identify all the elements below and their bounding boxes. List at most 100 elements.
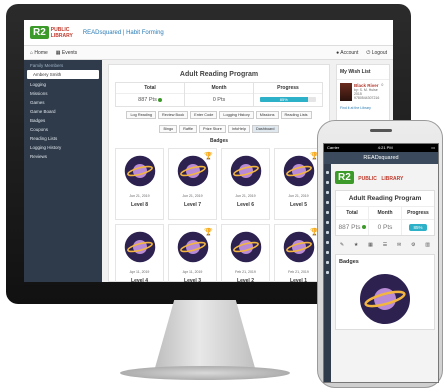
badge-date: Jun 21, 2019 (182, 194, 203, 198)
badge-card[interactable]: 🏆 Feb 21, 2019 Level 1 (274, 224, 323, 282)
phone-screen: Carrier 4:21 PM ▭ READsquared R2 PUBLIC … (323, 143, 439, 383)
star-icon[interactable] (326, 211, 329, 214)
sidebar-item-badges[interactable]: Badges (24, 116, 102, 125)
star-icon[interactable]: ★ (354, 242, 358, 248)
badge-card[interactable]: Jun 21, 2019 Level 8 (115, 148, 164, 220)
carrier-label: Carrier (327, 145, 340, 150)
gamepad-icon[interactable] (326, 221, 329, 224)
find-at-library-link[interactable]: Find it at the Library (337, 104, 389, 112)
badge-level: Level 8 (131, 202, 148, 208)
action-tabs-row1: Log Reading Review Book Enter Code Logging … (109, 107, 329, 121)
badge-level: Level 7 (184, 202, 201, 208)
tab-dashboard[interactable]: Dashboard (251, 125, 279, 133)
wish-count: 0 (381, 83, 384, 87)
book-isbn: 9780544307216 (354, 96, 380, 100)
tab-enter-code[interactable]: Enter Code (190, 111, 218, 119)
trophy-icon: 🏆 (204, 229, 213, 236)
phone-badge-image[interactable] (357, 271, 413, 327)
badge-date: Apr 11, 2019 (129, 270, 150, 274)
menu-icon[interactable] (326, 171, 329, 174)
badge-level: Level 5 (290, 202, 307, 208)
monitor-stand-base (120, 366, 290, 380)
tab-raffle[interactable]: Raffle (179, 125, 198, 133)
nav-account[interactable]: ● Account (336, 50, 358, 56)
sidebar-item-reviews[interactable]: Reviews (24, 152, 102, 161)
sidebar-item-family[interactable]: Family Members (24, 60, 102, 69)
sidebar-item-logging-history[interactable]: Logging History (24, 143, 102, 152)
badge-date: Jun 21, 2019 (129, 194, 150, 198)
library-logo[interactable]: R2 PUBLIC LIBRARY (30, 24, 73, 42)
badge-planet-image (122, 154, 157, 188)
user-icon: ● (336, 49, 340, 56)
phone-progress-pill: 85% (409, 224, 427, 231)
badge-date: Jun 21, 2019 (288, 194, 309, 198)
badge-level: Level 6 (237, 202, 254, 208)
points-icon (361, 225, 366, 230)
stats-table: Total 887 Pts Month 0 Pts Progress 85% (115, 82, 323, 107)
wish-list-book[interactable]: Black River by: S. M. Hulse 2015 9780544… (337, 80, 389, 104)
sidebar-item-reading-lists[interactable]: Reading Lists (24, 134, 102, 143)
sidebar-item-logging[interactable]: Logging (24, 80, 102, 89)
nav-logout[interactable]: ⏻ Logout (366, 50, 387, 56)
user-icon[interactable] (326, 181, 329, 184)
tab-reading-lists[interactable]: Reading Lists (280, 111, 312, 119)
monitor-stand (154, 300, 256, 370)
sidebar-item-missions[interactable]: Missions (24, 89, 102, 98)
badge-level: Level 4 (131, 278, 148, 282)
badge-date: Feb 21, 2019 (235, 270, 256, 274)
home-icon: ⌂ (30, 49, 34, 56)
chart-icon[interactable]: ▥ (425, 242, 430, 248)
tab-review-book[interactable]: Review Book (157, 111, 189, 119)
pencil-icon[interactable]: ✎ (340, 242, 344, 248)
tab-bingo[interactable]: Bingo (159, 125, 178, 133)
sidebar-item-member[interactable]: Ambery Smith (27, 70, 99, 79)
phone-program-card: Adult Reading Program Total 887 Pts Mont… (335, 190, 435, 236)
gear-icon[interactable]: ⚙ (411, 242, 415, 248)
sidebar-item-games[interactable]: Games (24, 98, 102, 107)
badge-card[interactable]: Apr 11, 2019 Level 4 (115, 224, 164, 282)
grid-icon[interactable]: ▦ (368, 242, 373, 248)
badge-level: Level 1 (290, 278, 307, 282)
sidebar-item-coupons[interactable]: Coupons (24, 125, 102, 134)
tab-missions[interactable]: Missions (255, 111, 279, 119)
comment-icon[interactable] (326, 271, 329, 274)
list-icon[interactable]: ☰ (383, 242, 387, 248)
trophy-icon[interactable] (326, 231, 329, 234)
trophy-icon: 🏆 (204, 153, 213, 160)
pencil-icon[interactable] (326, 201, 329, 204)
ticket-icon[interactable] (326, 241, 329, 244)
logout-icon: ⏻ (366, 49, 371, 56)
phone-home-button[interactable] (371, 375, 391, 385)
nav-events[interactable]: ▦ Events (56, 50, 77, 56)
app-title: READsquared | Habit Forming (82, 29, 164, 36)
stat-total: Total 887 Pts (116, 83, 185, 106)
phone-program-title: Adult Reading Program (336, 191, 434, 207)
badge-date: Jun 21, 2019 (235, 194, 256, 198)
top-bar: R2 PUBLIC LIBRARY READsquared | Habit Fo… (24, 20, 393, 46)
clock-label: 4:21 PM (377, 145, 393, 150)
badge-planet-image (122, 230, 157, 264)
action-tabs-row2: Bingo Raffle Prize Store InfoHelp Dashboard (109, 121, 329, 135)
tab-log-reading[interactable]: Log Reading (126, 111, 156, 119)
nav-bar: ⌂ Home ▦ Events ● Account ⏻ Logout (24, 46, 393, 60)
tab-prize-store[interactable]: Prize Store (199, 125, 226, 133)
list-icon[interactable] (326, 251, 329, 254)
gift-icon[interactable]: ✉ (397, 242, 401, 248)
phone-logo: R2 PUBLIC LIBRARY (332, 164, 438, 188)
badge-card[interactable]: 🏆 Jun 21, 2019 Level 5 (274, 148, 323, 220)
logo-r2: R2 (30, 26, 49, 39)
badge-card[interactable]: 🏆 Jun 21, 2019 Level 7 (168, 148, 217, 220)
tab-infohelp[interactable]: InfoHelp (227, 125, 250, 133)
tab-logging-history[interactable]: Logging History (219, 111, 254, 119)
sidebar-item-game-board[interactable]: Game Board (24, 107, 102, 116)
logo-line2: LIBRARY (50, 32, 73, 39)
book-icon[interactable] (326, 191, 329, 194)
phone-badges-heading: Badges (339, 259, 359, 265)
badge-card[interactable]: Jun 21, 2019 Level 6 (221, 148, 270, 220)
progress-fill: 85% (260, 97, 308, 102)
nav-home[interactable]: ⌂ Home (30, 50, 48, 56)
badge-card[interactable]: Feb 21, 2019 Level 2 (221, 224, 270, 282)
clock-icon[interactable] (326, 261, 329, 264)
badge-card[interactable]: 🏆 Apr 11, 2019 Level 3 (168, 224, 217, 282)
phone-badges-card: Badges (335, 254, 435, 330)
